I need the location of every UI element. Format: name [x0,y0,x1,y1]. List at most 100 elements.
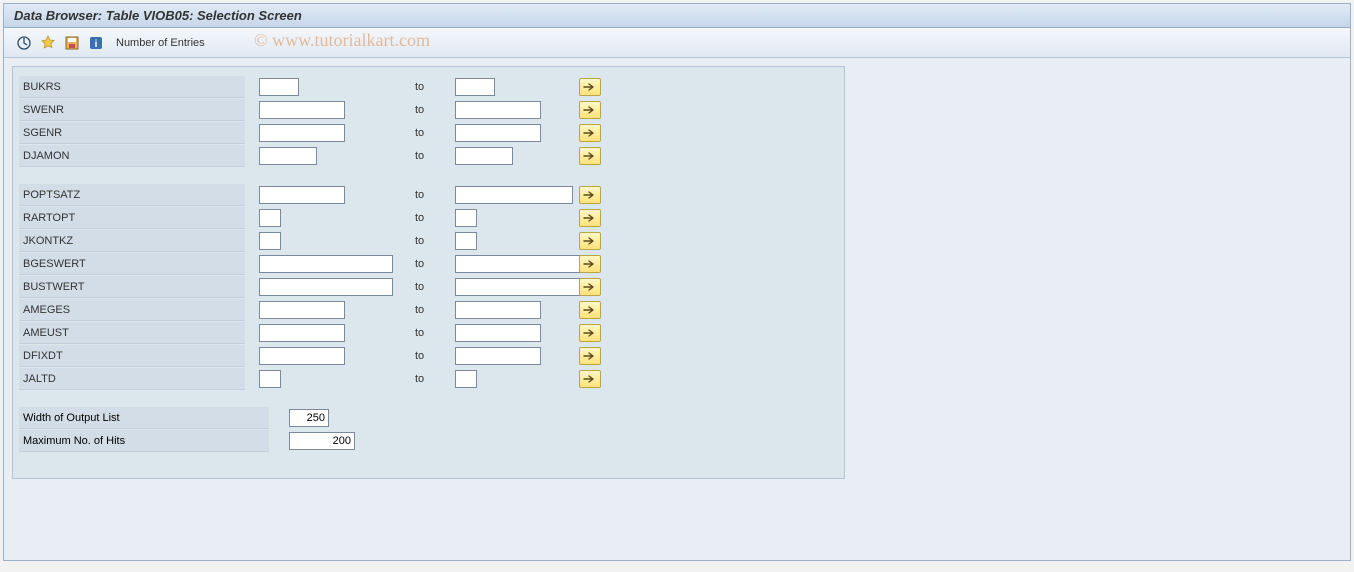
multiple-selection-button[interactable] [579,78,601,96]
watermark-text: © www.tutorialkart.com [254,30,430,51]
from-input[interactable] [259,186,345,204]
field-label: SWENR [19,99,245,121]
to-input[interactable] [455,232,477,250]
field-label: DFIXDT [19,345,245,367]
to-label: to [415,189,455,201]
to-label: to [415,373,455,385]
number-of-entries-button[interactable]: Number of Entries [116,37,205,49]
app-window: Data Browser: Table VIOB05: Selection Sc… [3,3,1351,561]
from-input[interactable] [259,370,281,388]
selection-group-2: POPTSATZtoRARTOPTtoJKONTKZtoBGESWERTtoBU… [19,183,838,390]
content-area: BUKRS to SWENR to SGENR to DJAMON to POPTSATZ to… [4,58,1350,487]
page-title: Data Browser: Table VIOB05: Selection Sc… [14,8,302,23]
selection-row: DJAMON to [19,144,838,167]
to-label: to [415,212,455,224]
multiple-selection-button[interactable] [579,147,601,165]
toolbar: i Number of Entries © www.tutorialkart.c… [4,28,1350,58]
field-label: DJAMON [19,145,245,167]
multiple-selection-button[interactable] [579,347,601,365]
hits-label: Maximum No. of Hits [19,430,269,452]
multiple-selection-button[interactable] [579,186,601,204]
to-input[interactable] [455,186,573,204]
to-label: to [415,350,455,362]
selection-row: JKONTKZ to [19,229,838,252]
from-input[interactable] [259,324,345,342]
to-input[interactable] [455,370,477,388]
field-label: RARTOPT [19,207,245,229]
selection-row: SWENR to [19,98,838,121]
selection-row: RARTOPT to [19,206,838,229]
to-label: to [415,104,455,116]
save-icon[interactable] [62,33,82,53]
multiple-selection-button[interactable] [579,324,601,342]
to-label: to [415,81,455,93]
multiple-selection-button[interactable] [579,278,601,296]
to-input[interactable] [455,347,541,365]
field-label: SGENR [19,122,245,144]
to-input[interactable] [455,124,541,142]
from-input[interactable] [259,278,393,296]
to-input[interactable] [455,301,541,319]
from-input[interactable] [259,232,281,250]
selection-row: AMEUST to [19,321,838,344]
field-label: BUKRS [19,76,245,98]
to-input[interactable] [455,147,513,165]
multiple-selection-button[interactable] [579,209,601,227]
field-label: AMEUST [19,322,245,344]
field-label: AMEGES [19,299,245,321]
multiple-selection-button[interactable] [579,301,601,319]
width-label: Width of Output List [19,407,269,429]
selection-row: BUSTWERT to [19,275,838,298]
selection-row: DFIXDT to [19,344,838,367]
field-label: POPTSATZ [19,184,245,206]
variant-icon[interactable] [38,33,58,53]
multiple-selection-button[interactable] [579,124,601,142]
selection-row: BGESWERT to [19,252,838,275]
to-input[interactable] [455,101,541,119]
to-input[interactable] [455,255,589,273]
selection-group-1: BUKRS to SWENR to SGENR to DJAMON to [19,75,838,167]
to-input[interactable] [455,278,589,296]
title-bar: Data Browser: Table VIOB05: Selection Sc… [4,4,1350,28]
to-label: to [415,327,455,339]
from-input[interactable] [259,124,345,142]
hits-input[interactable] [289,432,355,450]
field-label: JALTD [19,368,245,390]
to-label: to [415,235,455,247]
selection-row: POPTSATZ to [19,183,838,206]
width-row: Width of Output List [19,406,838,429]
selection-panel: BUKRS to SWENR to SGENR to DJAMON to POPTSATZ to… [12,66,845,479]
field-label: BGESWERT [19,253,245,275]
to-label: to [415,127,455,139]
from-input[interactable] [259,147,317,165]
execute-icon[interactable] [14,33,34,53]
from-input[interactable] [259,101,345,119]
multiple-selection-button[interactable] [579,232,601,250]
multiple-selection-button[interactable] [579,255,601,273]
from-input[interactable] [259,255,393,273]
to-label: to [415,150,455,162]
selection-row: JALTD to [19,367,838,390]
info-icon[interactable]: i [86,33,106,53]
selection-row: SGENR to [19,121,838,144]
svg-text:i: i [95,39,98,50]
hits-row: Maximum No. of Hits [19,429,838,452]
multiple-selection-button[interactable] [579,101,601,119]
from-input[interactable] [259,78,299,96]
selection-row: AMEGES to [19,298,838,321]
to-input[interactable] [455,324,541,342]
selection-row: BUKRS to [19,75,838,98]
to-label: to [415,304,455,316]
to-input[interactable] [455,78,495,96]
from-input[interactable] [259,209,281,227]
width-input[interactable] [289,409,329,427]
from-input[interactable] [259,347,345,365]
field-label: BUSTWERT [19,276,245,298]
multiple-selection-button[interactable] [579,370,601,388]
field-label: JKONTKZ [19,230,245,252]
to-input[interactable] [455,209,477,227]
from-input[interactable] [259,301,345,319]
output-options-group: Width of Output List Maximum No. of Hits [19,406,838,452]
to-label: to [415,258,455,270]
to-label: to [415,281,455,293]
